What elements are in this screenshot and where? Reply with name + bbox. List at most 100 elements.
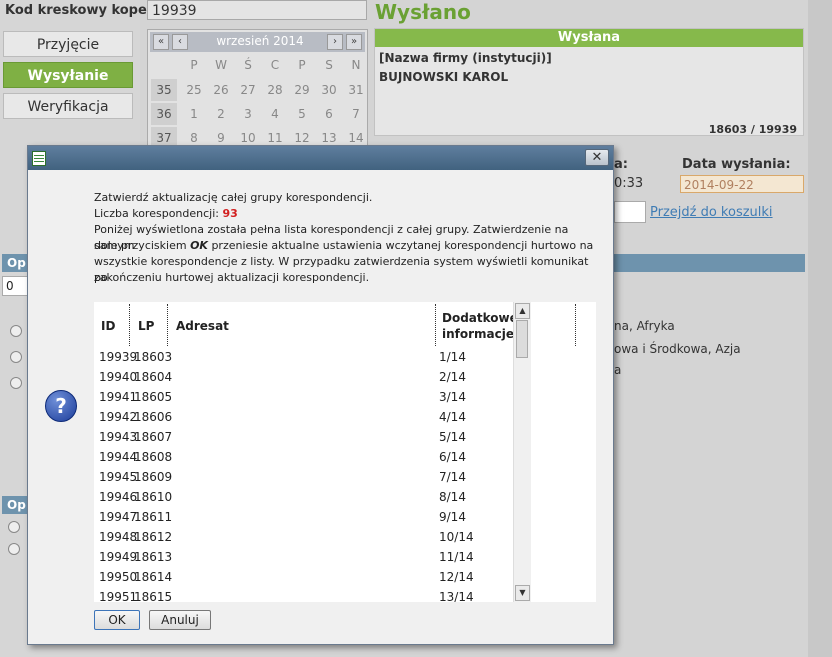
nav-przyjecie-button[interactable]: Przyjęcie [3, 31, 133, 57]
nav-wysylanie-button[interactable]: Wysyłanie [3, 62, 133, 88]
prev-month-button[interactable]: ‹ [172, 34, 188, 50]
radio-button[interactable] [10, 377, 22, 389]
cell-lp: 18605 [134, 390, 173, 404]
basket-link[interactable]: Przejdź do koszulki [650, 205, 773, 220]
cell-id: 19942 [99, 410, 138, 424]
calendar-day[interactable]: 7 [343, 103, 369, 125]
calendar-day[interactable]: 5 [289, 103, 315, 125]
barcode-input[interactable]: 19939 [147, 0, 367, 20]
column-header-id[interactable]: ID [101, 319, 115, 333]
calendar-day[interactable]: 31 [343, 79, 369, 101]
count-value: 93 [222, 207, 238, 220]
recipient-name: BUJNOWSKI KAROL [379, 70, 509, 84]
cell-lp: 18614 [134, 570, 173, 584]
calendar-day[interactable]: 26 [208, 79, 234, 101]
count-label: Liczba korespondencji: [94, 207, 219, 220]
cell-lp: 18606 [134, 410, 173, 424]
right-gutter [808, 0, 832, 657]
calendar-day[interactable]: 29 [289, 79, 315, 101]
calendar-day[interactable]: 25 [181, 79, 207, 101]
next-year-button[interactable]: » [346, 34, 362, 50]
day-name: C [270, 58, 280, 72]
column-header-lp[interactable]: LP [138, 319, 154, 333]
dialog-line-6: zakończeniu hurtowej aktualizacji koresp… [94, 271, 370, 284]
section-bar [600, 254, 805, 272]
prev-year-button[interactable]: « [153, 34, 169, 50]
calendar-day[interactable]: 6 [316, 103, 342, 125]
calendar-day[interactable]: 28 [262, 79, 288, 101]
region-text: owa i Środkowa, Azja [614, 342, 741, 356]
label-fragment: a: [614, 157, 628, 172]
cell-id: 19951 [99, 590, 138, 602]
cell-id: 19944 [99, 450, 138, 464]
scroll-down-icon[interactable]: ▼ [515, 585, 530, 601]
list-scrollbar[interactable]: ▲ ▼ [513, 302, 531, 602]
cell-id: 19943 [99, 430, 138, 444]
calendar-header: « ‹ wrzesień 2014 › » [150, 32, 365, 52]
dialog-line-4: dole przyciskiem OK przeniesie aktualne … [94, 238, 604, 254]
radio-button[interactable] [10, 325, 22, 337]
cell-lp: 18604 [134, 370, 173, 384]
radio-button[interactable] [10, 351, 22, 363]
radio-button[interactable] [8, 521, 20, 533]
cell-info: 8/14 [439, 490, 466, 504]
line-4-pre: dole przyciskiem [94, 239, 187, 252]
confirm-dialog: ✕ Zatwierdź aktualizację całej grupy kor… [27, 145, 614, 645]
cell-id: 19948 [99, 530, 138, 544]
region-text: a [614, 363, 622, 377]
send-date-input[interactable]: 2014-09-22 [680, 175, 804, 193]
send-date-label: Data wysłania: [682, 157, 791, 172]
column-header-address[interactable]: Adresat [176, 319, 229, 333]
cell-id: 19949 [99, 550, 138, 564]
dialog-line-1: Zatwierdź aktualizację całej grupy kores… [94, 191, 373, 204]
close-icon[interactable]: ✕ [585, 149, 609, 166]
scroll-up-icon[interactable]: ▲ [515, 303, 530, 319]
cell-info: 4/14 [439, 410, 466, 424]
calendar-day[interactable]: 30 [316, 79, 342, 101]
calendar-day[interactable]: 27 [235, 79, 261, 101]
scroll-thumb[interactable] [516, 320, 528, 358]
calendar-day[interactable]: 4 [262, 103, 288, 125]
cell-info: 2/14 [439, 370, 466, 384]
column-header-extra-2[interactable]: informacje [442, 327, 514, 341]
week-number: 35 [151, 79, 177, 101]
time-fragment: 0:33 [614, 176, 644, 191]
cell-id: 19941 [99, 390, 138, 404]
cell-id: 19947 [99, 510, 138, 524]
barcode-label: Kod kreskowy koperty [5, 3, 168, 18]
cell-lp: 18607 [134, 430, 173, 444]
cell-id: 19939 [99, 350, 138, 364]
line-4-post: przeniesie aktualne ustawienia wczytanej… [211, 239, 594, 252]
question-icon: ? [45, 390, 77, 422]
day-name: P [298, 58, 306, 72]
cell-info: 9/14 [439, 510, 466, 524]
calendar-day[interactable]: 1 [181, 103, 207, 125]
next-month-button[interactable]: › [327, 34, 343, 50]
day-name: S [325, 58, 333, 72]
calendar-day[interactable]: 2 [208, 103, 234, 125]
op-label: Op [7, 498, 26, 512]
region-text: na, Afryka [614, 319, 675, 333]
cancel-button[interactable]: Anuluj [149, 610, 211, 630]
calendar-day[interactable]: 3 [235, 103, 261, 125]
day-name: Ś [244, 58, 252, 72]
cell-info: 3/14 [439, 390, 466, 404]
ok-button[interactable]: OK [94, 610, 140, 630]
cell-info: 1/14 [439, 350, 466, 364]
cell-info: 6/14 [439, 450, 466, 464]
cell-info: 13/14 [439, 590, 474, 602]
nav-weryfikacja-button[interactable]: Weryfikacja [3, 93, 133, 119]
column-separator [167, 304, 168, 346]
column-header-extra-1[interactable]: Dodatkowe [442, 311, 518, 325]
op-label: Op [7, 256, 26, 270]
cell-info: 10/14 [439, 530, 474, 544]
dialog-title-bar: ✕ [28, 146, 613, 170]
left-field[interactable]: 0 [2, 276, 28, 296]
cell-lp: 18615 [134, 590, 173, 602]
radio-button[interactable] [8, 543, 20, 555]
background-input[interactable] [614, 201, 646, 223]
cell-id: 19946 [99, 490, 138, 504]
cell-lp: 18612 [134, 530, 173, 544]
day-name: W [215, 58, 227, 72]
cell-lp: 18613 [134, 550, 173, 564]
